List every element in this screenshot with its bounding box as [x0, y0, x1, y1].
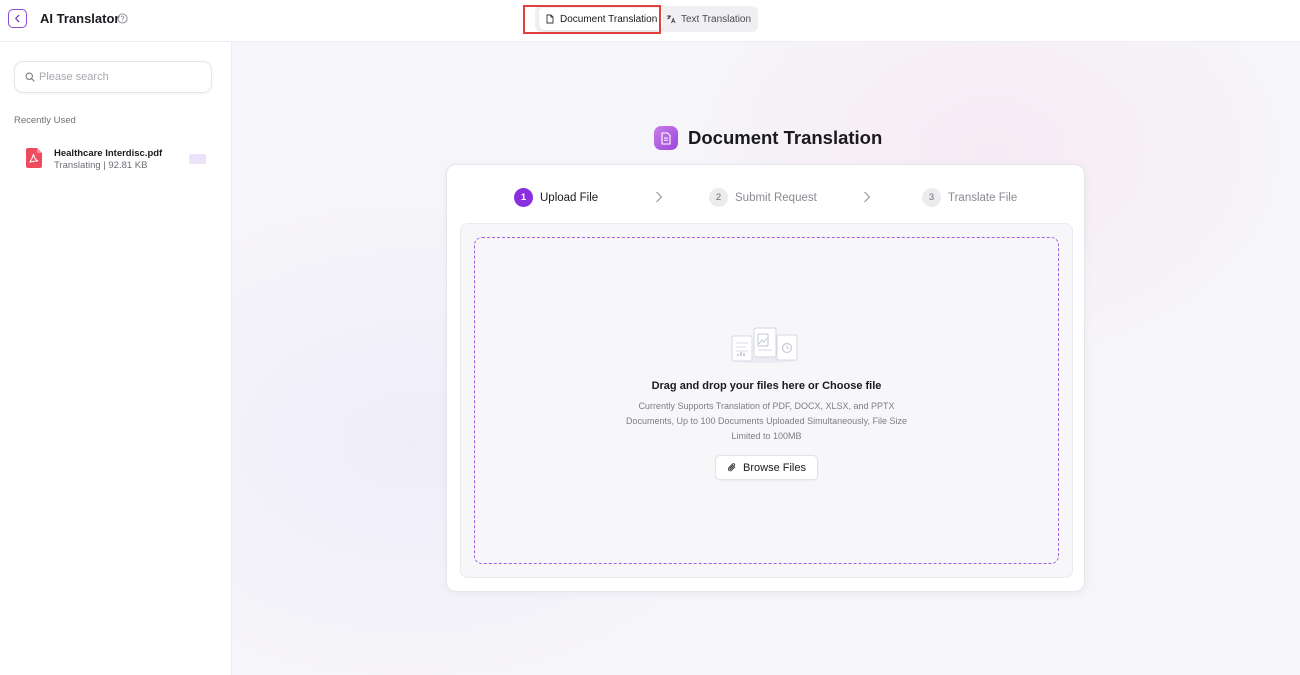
pdf-file-icon: [26, 148, 42, 168]
main-content: Document Translation 1 Upload File 2 Sub…: [232, 42, 1300, 675]
recent-file-name: Healthcare Interdisc.pdf: [54, 148, 163, 159]
search-input[interactable]: [39, 68, 204, 86]
browse-files-label: Browse Files: [743, 461, 806, 474]
recently-used-label: Recently Used: [14, 115, 76, 126]
tab-text-translation-label: Text Translation: [681, 13, 752, 25]
step-translate-file: 3 Translate File: [922, 188, 1017, 207]
tab-document-translation-label: Document Translation: [560, 13, 658, 25]
step-label: Submit Request: [735, 191, 817, 204]
dropzone-container: Drag and drop your files here or Choose …: [460, 223, 1073, 578]
chevron-right-icon: [864, 191, 871, 203]
dropzone-title: Drag and drop your files here or Choose …: [651, 380, 882, 392]
recent-file-meta: Translating | 92.81 KB: [54, 160, 148, 171]
step-number: 1: [514, 188, 533, 207]
page-heading: Document Translation: [654, 126, 882, 150]
top-bar: AI Translator Document Translation Text …: [0, 0, 1300, 42]
help-icon[interactable]: [117, 13, 128, 24]
document-badge-icon: [654, 126, 678, 150]
tab-text-translation[interactable]: Text Translation: [662, 8, 755, 30]
file-dropzone[interactable]: Drag and drop your files here or Choose …: [474, 237, 1059, 564]
paperclip-icon: [727, 463, 736, 472]
step-label: Upload File: [540, 191, 599, 204]
text-translate-icon: [667, 15, 676, 24]
search-box: [14, 61, 212, 93]
step-upload-file: 1 Upload File: [514, 188, 598, 207]
step-number: 3: [922, 188, 941, 207]
mode-tabs: Document Translation Text Translation: [535, 6, 758, 32]
back-arrow-icon: [15, 14, 20, 23]
search-icon: [25, 72, 35, 82]
dropzone-description: Currently Supports Translation of PDF, D…: [626, 401, 907, 441]
back-button[interactable]: [8, 9, 27, 28]
browse-files-button[interactable]: Browse Files: [715, 455, 818, 480]
files-illustration-icon: [731, 327, 798, 363]
step-submit-request: 2 Submit Request: [709, 188, 817, 207]
step-label: Translate File: [948, 191, 1018, 204]
chevron-right-icon: [656, 191, 663, 203]
app-title: AI Translator: [40, 11, 120, 26]
sidebar: Recently Used Healthcare Interdisc.pdf T…: [0, 42, 232, 675]
step-number: 2: [709, 188, 728, 207]
translation-progress-indicator: [189, 154, 206, 164]
document-icon: [546, 14, 554, 24]
recent-file-item[interactable]: Healthcare Interdisc.pdf Translating | 9…: [14, 140, 218, 180]
tab-document-translation[interactable]: Document Translation: [539, 8, 664, 30]
upload-card: 1 Upload File 2 Submit Request 3 Transla…: [446, 164, 1085, 592]
page-title: Document Translation: [688, 127, 883, 148]
